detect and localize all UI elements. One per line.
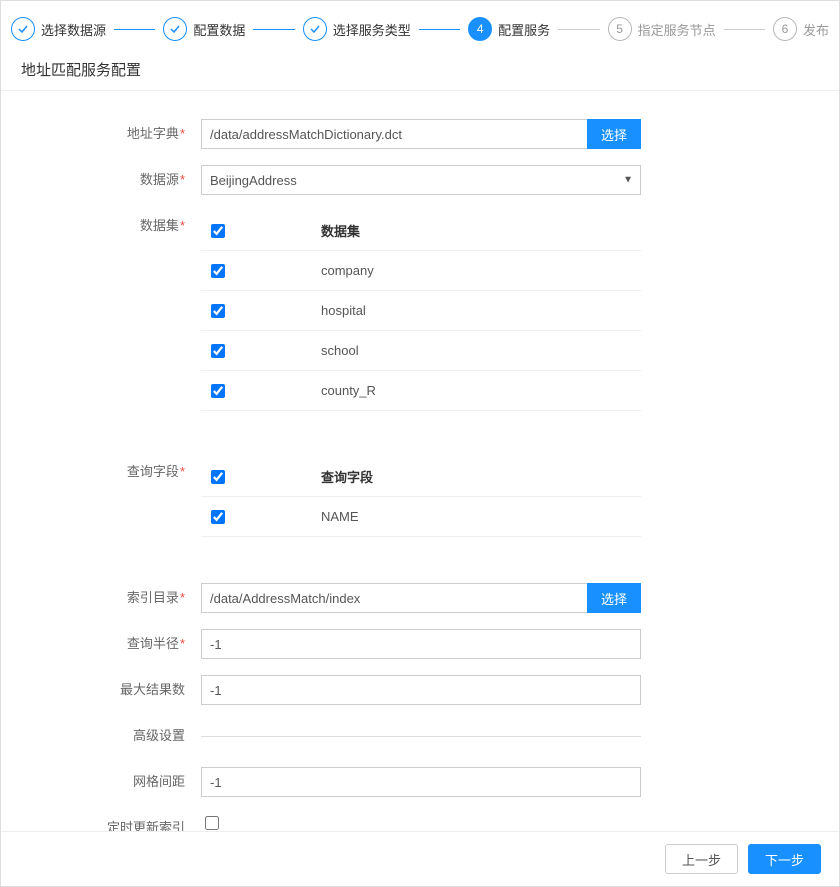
address-dict-input[interactable] bbox=[201, 119, 587, 149]
label-index-dir: 索引目录* bbox=[21, 583, 201, 613]
step-number-icon: 4 bbox=[468, 17, 492, 41]
step-label: 指定服务节点 bbox=[638, 20, 716, 39]
dataset-row-checkbox[interactable] bbox=[211, 304, 225, 318]
table-header-row: 数据集 bbox=[201, 211, 641, 251]
step-5: 5 指定服务节点 bbox=[608, 17, 716, 41]
index-dir-input[interactable] bbox=[201, 583, 587, 613]
dataset-row-checkbox[interactable] bbox=[211, 384, 225, 398]
step-number-icon: 5 bbox=[608, 17, 632, 41]
label-query-radius: 查询半径* bbox=[21, 629, 201, 659]
label-address-dict: 地址字典* bbox=[21, 119, 201, 149]
query-field-table: 查询字段 NAME bbox=[201, 457, 641, 537]
step-label: 配置服务 bbox=[498, 20, 550, 39]
queryfield-selectall-checkbox[interactable] bbox=[211, 470, 225, 484]
step-label: 发布 bbox=[803, 20, 829, 39]
dataset-row-name: company bbox=[321, 263, 641, 278]
label-query-field: 查询字段* bbox=[21, 457, 201, 487]
dataset-row-name: hospital bbox=[321, 303, 641, 318]
step-4: 4 配置服务 bbox=[468, 17, 550, 41]
table-header-row: 查询字段 bbox=[201, 457, 641, 497]
label-max-results: 最大结果数 bbox=[21, 675, 201, 705]
next-button[interactable]: 下一步 bbox=[748, 844, 821, 874]
dataset-row-name: county_R bbox=[321, 383, 641, 398]
grid-spacing-input[interactable] bbox=[201, 767, 641, 797]
table-row: county_R bbox=[201, 371, 641, 411]
queryfield-header-label: 查询字段 bbox=[321, 467, 641, 486]
step-connector bbox=[558, 29, 599, 30]
wizard-footer: 上一步 下一步 bbox=[1, 831, 839, 886]
dataset-row-checkbox[interactable] bbox=[211, 344, 225, 358]
dataset-header-label: 数据集 bbox=[321, 221, 641, 240]
step-connector bbox=[253, 29, 294, 30]
label-grid-spacing: 网格间距 bbox=[21, 767, 201, 797]
table-row: school bbox=[201, 331, 641, 371]
dataset-row-checkbox[interactable] bbox=[211, 264, 225, 278]
table-row: company bbox=[201, 251, 641, 291]
label-advanced: 高级设置 bbox=[21, 721, 201, 751]
dataset-table: 数据集 company hospital school county_R bbox=[201, 211, 641, 411]
queryfield-row-checkbox[interactable] bbox=[211, 510, 225, 524]
step-connector bbox=[419, 29, 460, 30]
table-row: hospital bbox=[201, 291, 641, 331]
query-radius-input[interactable] bbox=[201, 629, 641, 659]
step-connector bbox=[114, 29, 155, 30]
step-label: 选择数据源 bbox=[41, 20, 106, 39]
check-icon bbox=[163, 17, 187, 41]
step-number-icon: 6 bbox=[773, 17, 797, 41]
page-title: 地址匹配服务配置 bbox=[1, 51, 839, 91]
dataset-row-name: school bbox=[321, 343, 641, 358]
cron-update-checkbox[interactable] bbox=[205, 816, 219, 830]
choose-address-dict-button[interactable]: 选择 bbox=[587, 119, 641, 149]
step-3: 选择服务类型 bbox=[303, 17, 411, 41]
step-2: 配置数据 bbox=[163, 17, 245, 41]
dataset-selectall-checkbox[interactable] bbox=[211, 224, 225, 238]
step-1: 选择数据源 bbox=[11, 17, 106, 41]
table-row: NAME bbox=[201, 497, 641, 537]
queryfield-row-name: NAME bbox=[321, 509, 641, 524]
step-6: 6 发布 bbox=[773, 17, 829, 41]
label-dataset: 数据集* bbox=[21, 211, 201, 241]
step-connector bbox=[724, 29, 765, 30]
choose-index-dir-button[interactable]: 选择 bbox=[587, 583, 641, 613]
step-label: 选择服务类型 bbox=[333, 20, 411, 39]
step-label: 配置数据 bbox=[193, 20, 245, 39]
label-datasource: 数据源* bbox=[21, 165, 201, 195]
datasource-select[interactable] bbox=[201, 165, 641, 195]
advanced-divider bbox=[201, 736, 641, 737]
check-icon bbox=[303, 17, 327, 41]
prev-button[interactable]: 上一步 bbox=[665, 844, 738, 874]
check-icon bbox=[11, 17, 35, 41]
max-results-input[interactable] bbox=[201, 675, 641, 705]
wizard-stepper: 选择数据源 配置数据 选择服务类型 4 配置服务 5 指定服务节点 6 bbox=[1, 1, 839, 51]
